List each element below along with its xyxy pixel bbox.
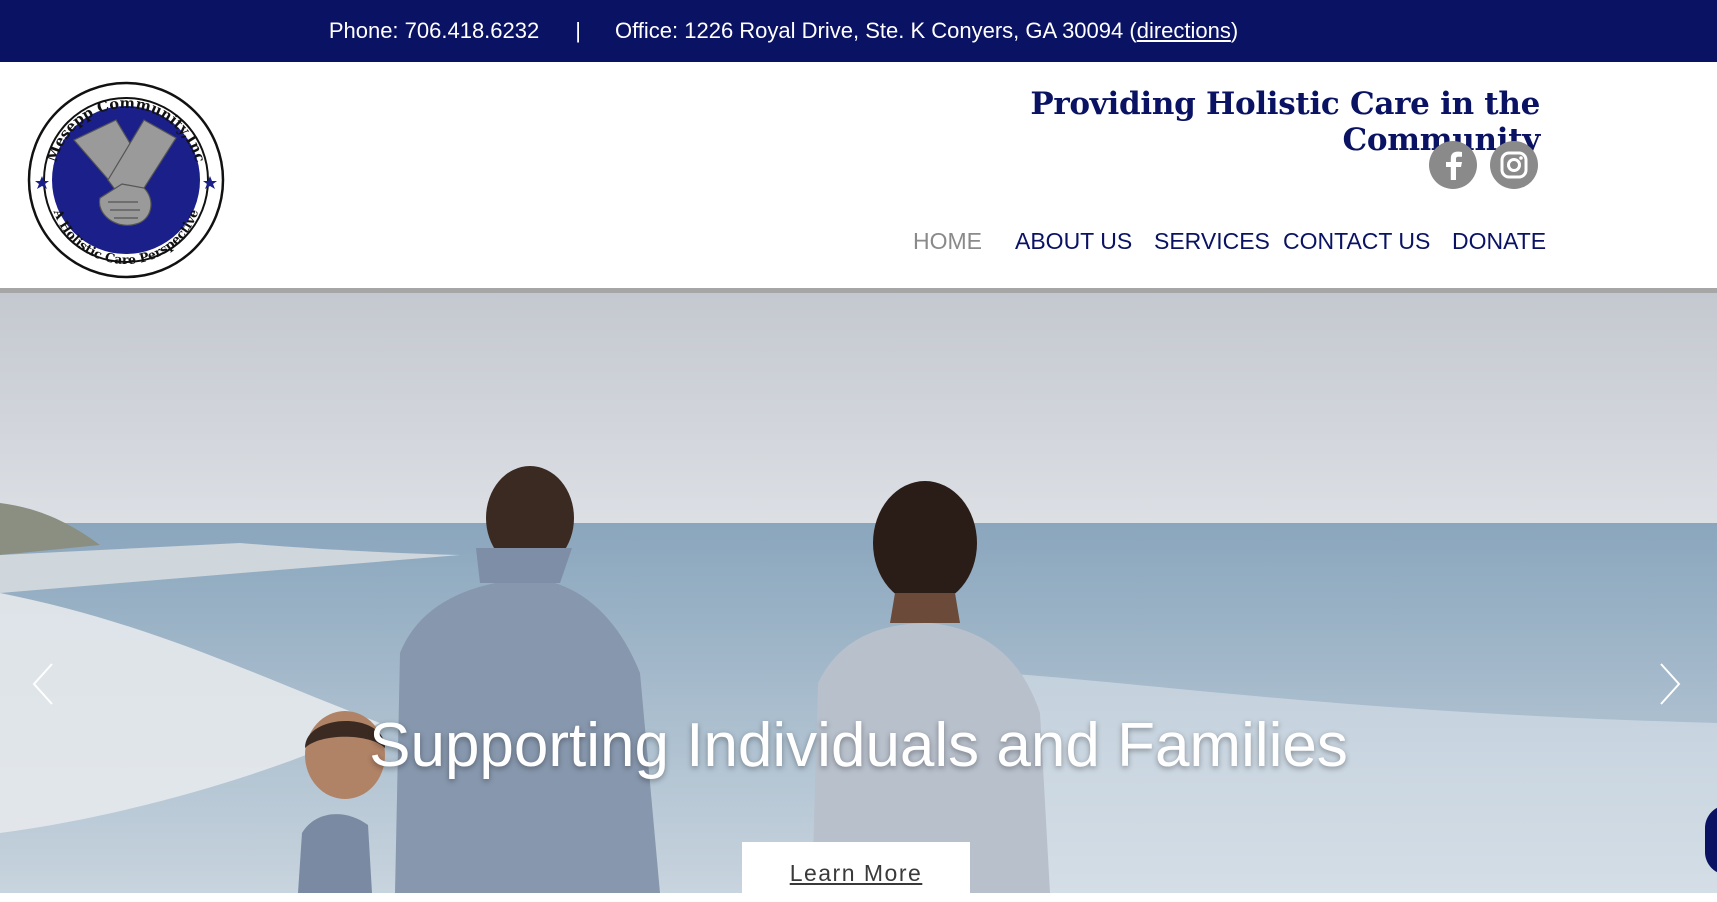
contact-bar-content: Phone: 706.418.6232 | Office: 1226 Royal…	[329, 18, 1238, 44]
main-nav: HOME ABOUT US SERVICES CONTACT US DONATE	[0, 228, 1717, 262]
nav-services[interactable]: SERVICES	[1154, 228, 1270, 255]
nav-home[interactable]: HOME	[913, 228, 982, 255]
nav-contact-us[interactable]: CONTACT US	[1283, 228, 1430, 255]
directions-link[interactable]: directions	[1137, 18, 1231, 44]
slide-next-arrow[interactable]	[1655, 660, 1685, 708]
hero-headline-text: Supporting Individuals and Families	[369, 711, 1348, 780]
directions-close-paren: )	[1230, 18, 1239, 43]
hero-headline: Supporting Individuals and Families	[0, 710, 1717, 781]
instagram-glyph	[1500, 151, 1528, 179]
office-address: Office: 1226 Royal Drive, Ste. K Conyers…	[614, 18, 1137, 43]
facebook-icon[interactable]	[1429, 141, 1477, 189]
hero-slideshow	[0, 293, 1717, 893]
instagram-icon[interactable]	[1490, 141, 1538, 189]
facebook-glyph	[1446, 151, 1462, 180]
contact-bar: Phone: 706.418.6232 | Office: 1226 Royal…	[0, 0, 1717, 62]
nav-about-us[interactable]: ABOUT US	[1015, 228, 1132, 255]
slide-prev-arrow[interactable]	[28, 660, 58, 708]
contact-separator: |	[575, 18, 581, 43]
learn-more-button[interactable]: Learn More	[742, 842, 970, 902]
hero-image	[0, 293, 1717, 893]
nav-donate[interactable]: DONATE	[1452, 228, 1546, 255]
phone-text: Phone: 706.418.6232	[328, 18, 540, 43]
